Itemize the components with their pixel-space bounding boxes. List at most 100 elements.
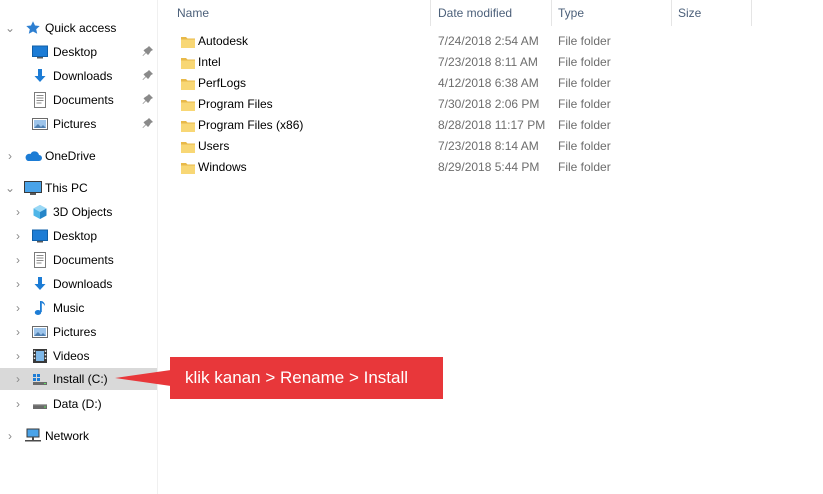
chevron-right-icon[interactable]: › xyxy=(12,345,24,367)
file-name: Users xyxy=(198,139,230,153)
desktop-icon xyxy=(32,44,48,60)
file-type: File folder xyxy=(558,76,611,90)
file-row[interactable]: Users 7/23/2018 8:14 AM File folder xyxy=(159,136,759,157)
nav-onedrive-label: OneDrive xyxy=(45,149,96,163)
nav-this-pc[interactable]: ⌄ This PC xyxy=(0,177,157,199)
3d-objects-icon xyxy=(32,204,48,220)
documents-icon xyxy=(32,252,48,268)
nav-pc-downloads[interactable]: › Downloads xyxy=(0,273,157,295)
chevron-down-icon[interactable]: ⌄ xyxy=(4,177,16,199)
file-row[interactable]: Program Files 7/30/2018 2:06 PM File fol… xyxy=(159,94,759,115)
folder-icon xyxy=(180,139,196,155)
nav-pc-pictures[interactable]: › Pictures xyxy=(0,321,157,343)
nav-item-label: Desktop xyxy=(53,229,98,243)
chevron-right-icon[interactable]: › xyxy=(12,201,24,223)
documents-icon xyxy=(32,92,48,108)
file-row[interactable]: Autodesk 7/24/2018 2:54 AM File folder xyxy=(159,31,759,52)
nav-item-label: Documents xyxy=(53,93,114,107)
file-type: File folder xyxy=(558,97,611,111)
chevron-right-icon[interactable]: › xyxy=(12,273,24,295)
nav-network-label: Network xyxy=(45,429,90,443)
column-header-name[interactable]: Name xyxy=(171,0,431,26)
nav-item-label: 3D Objects xyxy=(53,205,113,219)
computer-icon xyxy=(24,180,42,196)
nav-item-label: Pictures xyxy=(53,117,97,131)
callout-arrow-icon xyxy=(115,370,171,386)
nav-item-label: Downloads xyxy=(53,277,113,291)
pin-icon[interactable] xyxy=(141,116,155,132)
file-name: Program Files (x86) xyxy=(198,118,304,132)
pictures-icon xyxy=(32,116,48,132)
pin-icon[interactable] xyxy=(141,68,155,84)
nav-quick-access-label: Quick access xyxy=(45,21,117,35)
chevron-right-icon[interactable]: › xyxy=(4,425,16,447)
folder-icon xyxy=(180,76,196,92)
network-icon xyxy=(24,428,41,444)
nav-pc-music[interactable]: › Music xyxy=(0,297,157,319)
nav-quick-access[interactable]: ⌄ Quick access xyxy=(0,17,157,39)
nav-quick-documents[interactable]: Documents xyxy=(0,89,157,111)
column-header-date-modified[interactable]: Date modified xyxy=(432,0,552,26)
nav-pc-3d-objects[interactable]: › 3D Objects xyxy=(0,201,157,223)
file-name: Autodesk xyxy=(198,34,249,48)
file-type: File folder xyxy=(558,55,611,69)
file-list-pane: ⌃ Name Date modified Type Size Autodesk … xyxy=(159,0,823,494)
nav-network[interactable]: › Network xyxy=(0,425,157,447)
nav-quick-downloads[interactable]: Downloads xyxy=(0,65,157,87)
chevron-right-icon[interactable]: › xyxy=(12,393,24,415)
drive-c-icon xyxy=(32,371,48,387)
nav-item-label: Install (C:) xyxy=(53,372,108,386)
desktop-icon xyxy=(32,228,48,244)
nav-quick-pictures[interactable]: Pictures xyxy=(0,113,157,135)
nav-item-label: Data (D:) xyxy=(53,397,102,411)
file-date: 7/24/2018 2:54 AM xyxy=(438,34,539,48)
downloads-icon xyxy=(32,276,48,292)
chevron-right-icon[interactable]: › xyxy=(12,297,24,319)
drive-d-icon xyxy=(32,396,48,412)
nav-onedrive[interactable]: › OneDrive xyxy=(0,145,157,167)
nav-pc-desktop[interactable]: › Desktop xyxy=(0,225,157,247)
chevron-right-icon[interactable]: › xyxy=(12,368,24,390)
file-date: 8/29/2018 5:44 PM xyxy=(438,160,540,174)
folder-icon xyxy=(180,97,196,113)
column-header-size[interactable]: Size xyxy=(672,0,752,26)
file-row[interactable]: PerfLogs 4/12/2018 6:38 AM File folder xyxy=(159,73,759,94)
instruction-callout: klik kanan > Rename > Install xyxy=(170,357,443,399)
nav-pc-documents[interactable]: › Documents xyxy=(0,249,157,271)
folder-icon xyxy=(180,160,196,176)
column-header-type[interactable]: Type xyxy=(552,0,672,26)
onedrive-icon xyxy=(24,148,42,164)
chevron-right-icon[interactable]: › xyxy=(12,249,24,271)
file-type: File folder xyxy=(558,139,611,153)
file-row[interactable]: Windows 8/29/2018 5:44 PM File folder xyxy=(159,157,759,178)
chevron-down-icon[interactable]: ⌄ xyxy=(4,17,16,39)
file-date: 8/28/2018 11:17 PM xyxy=(438,118,546,132)
file-row[interactable]: Intel 7/23/2018 8:11 AM File folder xyxy=(159,52,759,73)
nav-item-label: Music xyxy=(53,301,85,315)
folder-icon xyxy=(180,118,196,134)
nav-item-label: Downloads xyxy=(53,69,113,83)
nav-this-pc-label: This PC xyxy=(45,181,88,195)
column-header-row: ⌃ Name Date modified Type Size xyxy=(159,0,823,26)
file-type: File folder xyxy=(558,34,611,48)
file-type: File folder xyxy=(558,118,611,132)
file-date: 7/23/2018 8:14 AM xyxy=(438,139,539,153)
chevron-right-icon[interactable]: › xyxy=(12,225,24,247)
chevron-right-icon[interactable]: › xyxy=(4,145,16,167)
nav-quick-desktop[interactable]: Desktop xyxy=(0,41,157,63)
file-name: Windows xyxy=(198,160,247,174)
nav-item-label: Desktop xyxy=(53,45,98,59)
file-name: Program Files xyxy=(198,97,273,111)
nav-item-label: Videos xyxy=(53,349,90,363)
file-name: PerfLogs xyxy=(198,76,247,90)
file-name: Intel xyxy=(198,55,221,69)
file-row[interactable]: Program Files (x86) 8/28/2018 11:17 PM F… xyxy=(159,115,759,136)
nav-pc-data-d[interactable]: › Data (D:) xyxy=(0,393,157,415)
nav-pc-videos[interactable]: › Videos xyxy=(0,345,157,367)
music-icon xyxy=(32,300,48,316)
pin-icon[interactable] xyxy=(141,92,155,108)
chevron-right-icon[interactable]: › xyxy=(12,321,24,343)
pin-icon[interactable] xyxy=(141,44,155,60)
nav-item-label: Pictures xyxy=(53,325,97,339)
videos-icon xyxy=(32,348,48,364)
